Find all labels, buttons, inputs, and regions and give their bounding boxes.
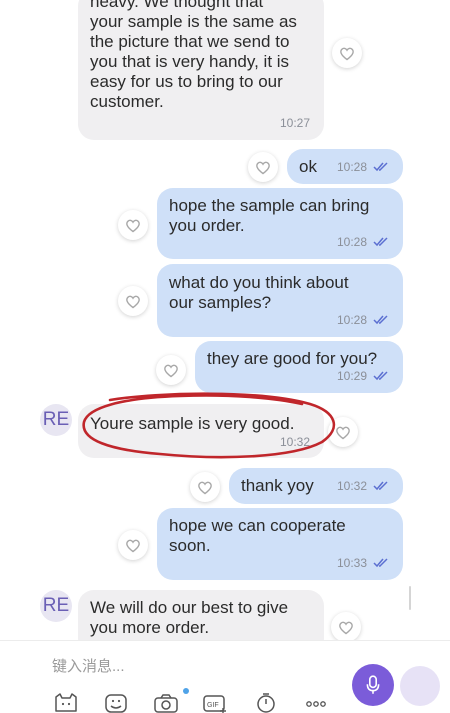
- secondary-action-button[interactable]: [400, 666, 440, 706]
- like-heart-icon[interactable]: [332, 38, 362, 68]
- like-heart-icon[interactable]: [328, 417, 358, 447]
- message-time: 10:33: [337, 553, 389, 573]
- message-time: 10:29: [337, 366, 389, 386]
- message-text: heavy. We thought that your sample is th…: [90, 0, 297, 111]
- sticker-icon[interactable]: [53, 692, 79, 713]
- avatar[interactable]: RE: [40, 404, 72, 436]
- message-time: 10:28: [337, 157, 389, 177]
- avatar[interactable]: RE: [40, 590, 72, 622]
- timer-icon[interactable]: [253, 692, 279, 713]
- like-heart-icon[interactable]: [331, 612, 361, 640]
- read-receipt-icon: [373, 161, 388, 171]
- like-heart-icon[interactable]: [118, 286, 148, 316]
- camera-icon[interactable]: [153, 692, 179, 713]
- message-text: what do you think about our samples?: [169, 273, 349, 312]
- emoji-icon[interactable]: [103, 692, 129, 713]
- read-receipt-icon: [373, 481, 388, 491]
- read-receipt-icon: [373, 237, 388, 247]
- message-bubble[interactable]: Youre sample is very good. 10:32: [78, 404, 324, 458]
- message-time: 10:32: [337, 476, 389, 496]
- like-heart-icon[interactable]: [248, 152, 278, 182]
- like-heart-icon[interactable]: [118, 210, 148, 240]
- message-bubble[interactable]: hope the sample can bring you order. 10:…: [157, 188, 403, 259]
- message-input[interactable]: 键入消息...: [52, 655, 125, 676]
- message-time: 10:28: [337, 310, 389, 330]
- more-icon[interactable]: [303, 692, 329, 713]
- message-time: 10:27: [279, 116, 310, 130]
- like-heart-icon[interactable]: [118, 530, 148, 560]
- message-bubble[interactable]: We will do our best to give you more ord…: [78, 590, 324, 640]
- like-heart-icon[interactable]: [156, 355, 186, 385]
- read-receipt-icon: [373, 315, 388, 325]
- message-bubble[interactable]: hope we can cooperate soon. 10:33: [157, 508, 403, 580]
- message-bubble[interactable]: heavy. We thought that your sample is th…: [78, 0, 324, 140]
- message-time: 10:28: [337, 232, 389, 252]
- message-bubble[interactable]: ok 10:28: [287, 149, 403, 184]
- gif-icon[interactable]: GIF: [202, 692, 228, 713]
- chat-thread: heavy. We thought that your sample is th…: [0, 0, 450, 640]
- message-text: We will do our best to give you more ord…: [90, 598, 289, 637]
- message-bubble[interactable]: they are good for you? 10:29: [195, 341, 403, 393]
- message-bubble[interactable]: thank yoy 10:32: [229, 468, 403, 504]
- message-bubble[interactable]: what do you think about our samples? 10:…: [157, 264, 403, 337]
- message-text: thank yoy: [241, 476, 314, 495]
- message-text: ok: [299, 157, 317, 176]
- like-heart-icon[interactable]: [190, 472, 220, 502]
- message-text: hope the sample can bring you order.: [169, 196, 370, 235]
- notification-dot: [183, 688, 189, 694]
- read-receipt-icon: [373, 558, 388, 568]
- microphone-icon: [366, 675, 380, 694]
- scrollbar[interactable]: [409, 586, 411, 610]
- message-time: 10:32: [279, 435, 310, 449]
- read-receipt-icon: [373, 371, 388, 381]
- message-text: Youre sample is very good.: [90, 414, 295, 433]
- svg-text:GIF: GIF: [207, 702, 219, 709]
- microphone-button[interactable]: [352, 664, 394, 706]
- message-text: hope we can cooperate soon.: [169, 516, 346, 555]
